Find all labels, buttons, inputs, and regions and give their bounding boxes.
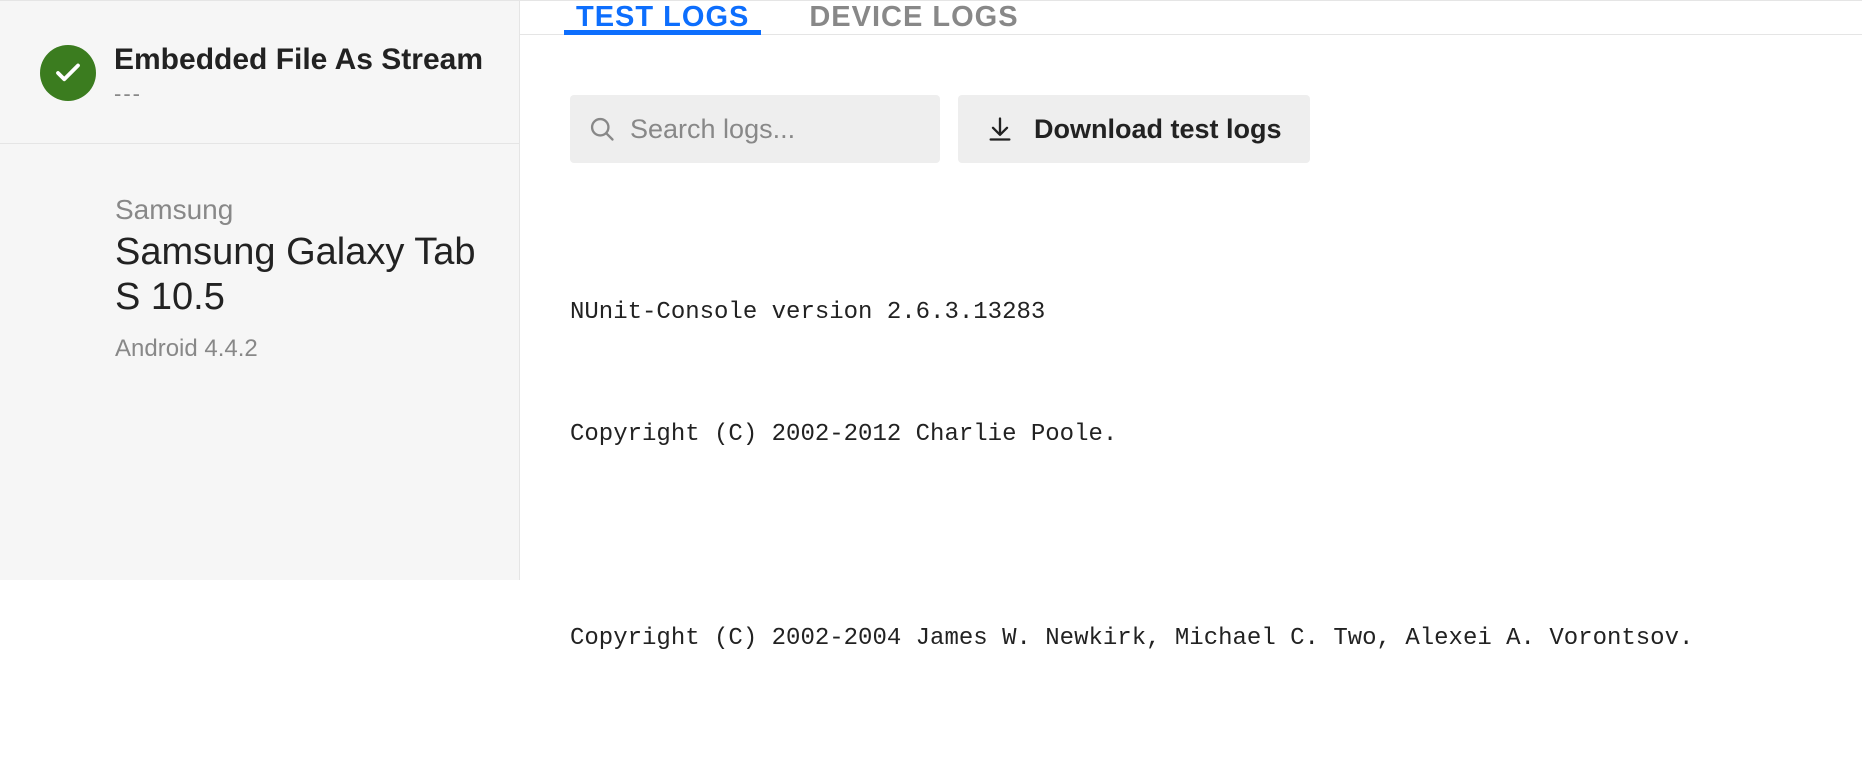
device-info: Samsung Samsung Galaxy Tab S 10.5 Androi… xyxy=(0,144,519,403)
tab-label: DEVICE LOGS xyxy=(809,1,1018,34)
device-name: Samsung Galaxy Tab S 10.5 xyxy=(115,230,479,321)
app-container: Embedded File As Stream --- Samsung Sams… xyxy=(0,0,1862,580)
log-line: Copyright (C) 2002-2012 Charlie Poole. xyxy=(570,415,1812,456)
log-output: NUnit-Console version 2.6.3.13283 Copyri… xyxy=(520,187,1862,765)
tab-label: TEST LOGS xyxy=(576,1,749,34)
test-title: Embedded File As Stream xyxy=(114,41,483,79)
test-title-block: Embedded File As Stream --- xyxy=(114,41,483,107)
log-line: NUnit-Console version 2.6.3.13283 xyxy=(570,293,1812,334)
tab-bar: TEST LOGS DEVICE LOGS xyxy=(520,1,1862,35)
log-line: Copyright (C) 2002-2004 James W. Newkirk… xyxy=(570,619,1812,660)
tab-device-logs[interactable]: DEVICE LOGS xyxy=(803,1,1024,34)
sidebar: Embedded File As Stream --- Samsung Sams… xyxy=(0,0,520,580)
download-button-label: Download test logs xyxy=(1034,114,1282,145)
main-panel: TEST LOGS DEVICE LOGS Download xyxy=(520,0,1862,580)
search-input[interactable] xyxy=(630,114,922,145)
device-os: Android 4.4.2 xyxy=(115,335,479,363)
search-box[interactable] xyxy=(570,95,940,163)
search-icon xyxy=(588,115,616,143)
test-header: Embedded File As Stream --- xyxy=(0,1,519,144)
tab-test-logs[interactable]: TEST LOGS xyxy=(570,1,755,34)
device-brand: Samsung xyxy=(115,194,479,226)
status-pass-icon xyxy=(40,45,96,101)
test-subtitle: --- xyxy=(114,81,483,107)
toolbar: Download test logs xyxy=(520,35,1862,187)
download-test-logs-button[interactable]: Download test logs xyxy=(958,95,1310,163)
download-icon xyxy=(986,115,1014,143)
